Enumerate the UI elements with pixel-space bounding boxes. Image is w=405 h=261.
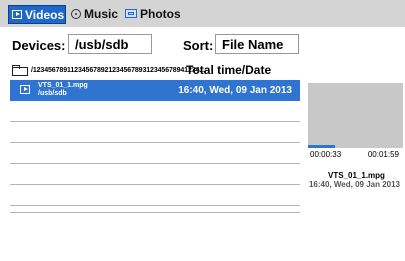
disc-icon [71,8,81,19]
devices-label: Devices: [12,38,66,53]
preview-file-name: VTS_01_1.mpg [328,171,385,180]
photo-icon [125,9,137,18]
elapsed-time: 00:00:33 [310,150,342,159]
list-divider [10,142,300,143]
playback-progress-fill [308,145,335,148]
play-icon [12,10,22,19]
tab-videos-label: Videos [25,7,65,22]
tab-videos[interactable]: Videos [8,5,66,24]
tab-music-label: Music [84,6,119,21]
file-row-selected[interactable]: VTS_01_1.mpg /usb/sdb 16:40, Wed, 09 Jan… [10,80,300,101]
list-divider [10,184,300,185]
media-tab-bar: Videos Music Photos [0,0,405,27]
total-time: 00:01:59 [367,150,399,159]
playback-progress-bar[interactable] [308,145,403,148]
list-divider [10,212,300,213]
video-file-icon [20,85,30,94]
folder-path-row[interactable]: /123456789112345678921234567893123456789… [12,62,205,78]
tab-music[interactable]: Music [68,5,118,22]
sort-label: Sort: [183,38,214,53]
sort-select[interactable]: File Name [215,34,299,54]
devices-select[interactable]: /usb/sdb [68,34,152,54]
list-divider [10,121,300,122]
video-preview [308,83,403,145]
list-divider [10,163,300,164]
preview-file-date: 16:40, Wed, 09 Jan 2013 [308,180,401,189]
tab-photos-label: Photos [140,6,181,21]
total-time-date-header: Total time/Date [186,63,272,77]
tab-photos[interactable]: Photos [122,5,181,22]
file-datetime: 16:40, Wed, 09 Jan 2013 [178,85,292,96]
folder-icon [12,64,28,76]
file-path: /usb/sdb [38,90,67,97]
file-name: VTS_01_1.mpg [38,82,88,89]
folder-path: /123456789112345678921234567893123456789… [31,66,205,74]
list-divider [10,205,300,206]
